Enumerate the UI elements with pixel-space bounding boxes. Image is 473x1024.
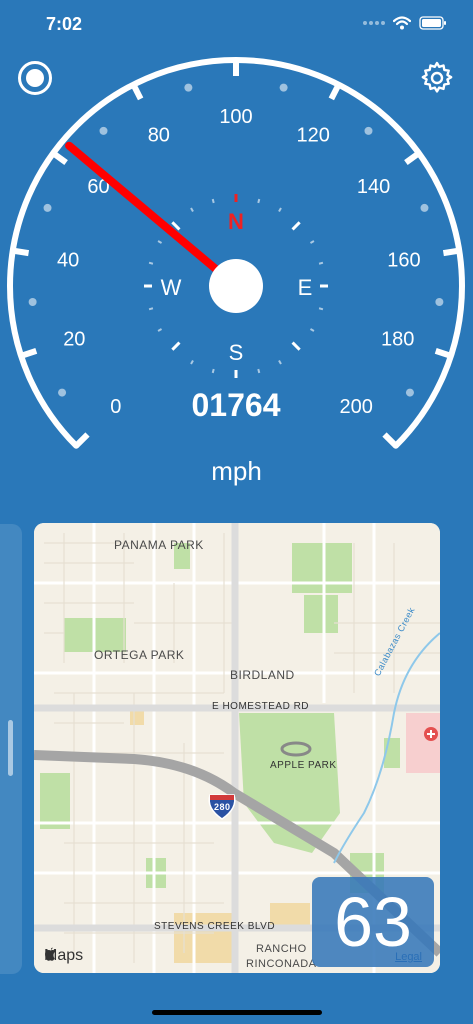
speed-label: 100 (219, 106, 252, 128)
compass-tick (309, 328, 315, 332)
needle-hub (209, 259, 263, 313)
gauge-major-tick (20, 348, 38, 359)
compass-tick (291, 341, 301, 351)
gauge-major-tick (130, 83, 144, 101)
apple-logo-icon (45, 947, 56, 961)
gauge-major-tick (12, 247, 30, 257)
map-view[interactable]: PANAMA PARK ORTEGA PARK BIRDLAND E HOMES… (34, 523, 440, 973)
wifi-icon (393, 16, 411, 30)
gauge-major-tick (51, 150, 68, 165)
gauge-minor-dot (28, 298, 37, 307)
map-label-ortega-park: ORTEGA PARK (94, 648, 185, 662)
speedometer-gauge: 020406080100120140160180200 N S E W 0176… (7, 57, 465, 449)
side-panel-handle[interactable] (0, 524, 22, 974)
speed-label: 80 (148, 125, 170, 147)
speed-label: 180 (381, 329, 414, 351)
compass-tick (278, 359, 282, 365)
home-indicator[interactable] (152, 1010, 322, 1015)
odometer: 01764 (192, 387, 281, 423)
map-label-panama-park: PANAMA PARK (114, 538, 204, 552)
speed-label: 0 (110, 396, 121, 418)
signal-icon (363, 21, 385, 25)
battery-icon (419, 16, 446, 30)
compass-tick (157, 328, 163, 332)
status-icons (363, 16, 447, 30)
compass-tick (257, 368, 261, 374)
compass-tick (148, 307, 154, 311)
compass-tick (211, 198, 215, 204)
compass-tick (318, 307, 324, 311)
compass-tick (190, 359, 194, 365)
unit-label: mph (211, 456, 262, 486)
gauge-major-tick (328, 83, 342, 101)
maps-brand: Maps (44, 947, 83, 965)
gauge-major-tick (434, 348, 452, 359)
compass-east: E (298, 275, 313, 300)
compass-north: N (228, 209, 244, 234)
compass-tick (318, 261, 324, 265)
speed-label: 160 (387, 249, 420, 271)
interstate-shield-label: 280 (214, 802, 231, 812)
speed-label: 200 (340, 396, 373, 418)
grip-handle[interactable] (8, 720, 13, 776)
speed-label: 120 (296, 125, 329, 147)
map-label-rancho: RANCHO (256, 943, 307, 955)
map-label-homestead: E HOMESTEAD RD (212, 701, 310, 712)
compass-tick (171, 341, 181, 351)
gauge-minor-dot (279, 83, 288, 92)
current-speed: 63 (334, 883, 412, 961)
gauge-major-tick (382, 432, 398, 448)
compass-west: W (161, 275, 182, 300)
compass-tick (278, 207, 282, 213)
gauge-minor-dot (184, 83, 193, 92)
gauge-major-tick (442, 247, 460, 257)
compass-tick (211, 368, 215, 374)
gauge-minor-dot (435, 298, 444, 307)
gauge-minor-dot (99, 126, 108, 135)
map-label-birdland: BIRDLAND (230, 668, 295, 682)
compass-tick (291, 221, 301, 231)
gauge-minor-dot (420, 203, 429, 212)
status-bar: 7:02 (0, 0, 473, 50)
compass-tick (190, 207, 194, 213)
gauge-minor-dot (43, 203, 52, 212)
compass-south: S (229, 340, 244, 365)
gauge-minor-dot (405, 388, 414, 397)
map-label-rinconada: RINCONADA (246, 958, 317, 970)
compass-tick (257, 198, 261, 204)
gauge-minor-dot (364, 126, 373, 135)
gauge-major-tick (404, 150, 421, 165)
speed-needle (65, 141, 240, 290)
speed-label: 40 (57, 249, 79, 271)
gauge-minor-dot (58, 388, 67, 397)
speed-label: 140 (357, 176, 390, 198)
compass-tick (309, 240, 315, 244)
speed-label: 20 (63, 329, 85, 351)
map-label-stevens-creek: STEVENS CREEK BLVD (154, 921, 276, 932)
map-label-apple-park: APPLE PARK (270, 760, 337, 771)
compass-tick (148, 261, 154, 265)
compass-tick (157, 240, 163, 244)
gauge-major-tick (74, 432, 90, 448)
legal-link[interactable]: Legal (395, 951, 422, 963)
status-time: 7:02 (46, 14, 83, 34)
